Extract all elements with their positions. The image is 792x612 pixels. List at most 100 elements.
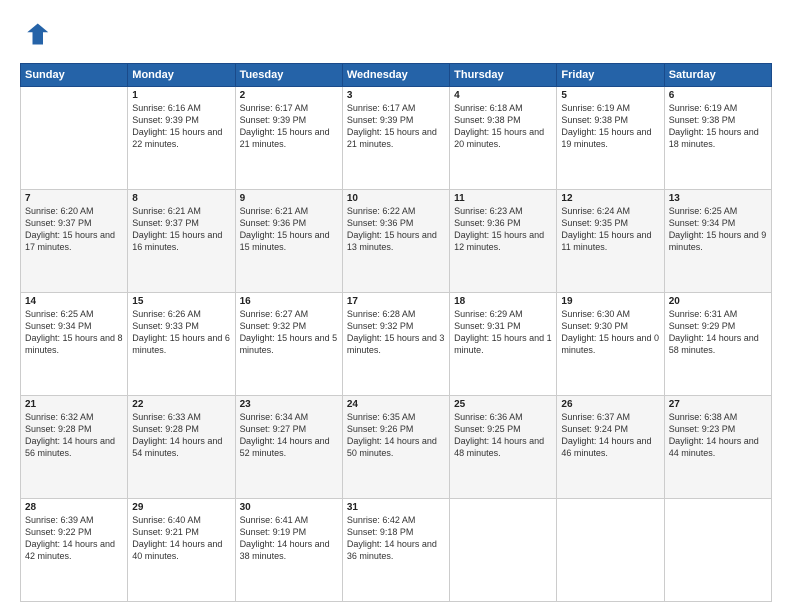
day-number: 26 — [561, 399, 659, 410]
day-content: Sunrise: 6:17 AM Sunset: 9:39 PM Dayligh… — [347, 102, 445, 151]
week-row-0: 1Sunrise: 6:16 AM Sunset: 9:39 PM Daylig… — [21, 87, 772, 190]
day-content: Sunrise: 6:33 AM Sunset: 9:28 PM Dayligh… — [132, 411, 230, 460]
day-content: Sunrise: 6:25 AM Sunset: 9:34 PM Dayligh… — [669, 205, 767, 254]
header-day-wednesday: Wednesday — [342, 64, 449, 87]
page: SundayMondayTuesdayWednesdayThursdayFrid… — [0, 0, 792, 612]
day-number: 5 — [561, 90, 659, 101]
calendar-cell: 14Sunrise: 6:25 AM Sunset: 9:34 PM Dayli… — [21, 293, 128, 396]
day-number: 6 — [669, 90, 767, 101]
day-content: Sunrise: 6:39 AM Sunset: 9:22 PM Dayligh… — [25, 514, 123, 563]
day-content: Sunrise: 6:34 AM Sunset: 9:27 PM Dayligh… — [240, 411, 338, 460]
calendar-cell: 19Sunrise: 6:30 AM Sunset: 9:30 PM Dayli… — [557, 293, 664, 396]
calendar-table: SundayMondayTuesdayWednesdayThursdayFrid… — [20, 63, 772, 602]
calendar-cell — [21, 87, 128, 190]
day-number: 22 — [132, 399, 230, 410]
day-content: Sunrise: 6:22 AM Sunset: 9:36 PM Dayligh… — [347, 205, 445, 254]
day-number: 27 — [669, 399, 767, 410]
day-number: 28 — [25, 502, 123, 513]
day-content: Sunrise: 6:19 AM Sunset: 9:38 PM Dayligh… — [561, 102, 659, 151]
logo-icon — [22, 20, 50, 48]
calendar-body: 1Sunrise: 6:16 AM Sunset: 9:39 PM Daylig… — [21, 87, 772, 602]
day-content: Sunrise: 6:26 AM Sunset: 9:33 PM Dayligh… — [132, 308, 230, 357]
day-number: 11 — [454, 193, 552, 204]
day-content: Sunrise: 6:21 AM Sunset: 9:36 PM Dayligh… — [240, 205, 338, 254]
day-number: 7 — [25, 193, 123, 204]
day-content: Sunrise: 6:40 AM Sunset: 9:21 PM Dayligh… — [132, 514, 230, 563]
calendar-cell: 2Sunrise: 6:17 AM Sunset: 9:39 PM Daylig… — [235, 87, 342, 190]
calendar-cell: 25Sunrise: 6:36 AM Sunset: 9:25 PM Dayli… — [450, 396, 557, 499]
day-content: Sunrise: 6:21 AM Sunset: 9:37 PM Dayligh… — [132, 205, 230, 254]
calendar-cell: 30Sunrise: 6:41 AM Sunset: 9:19 PM Dayli… — [235, 499, 342, 602]
day-number: 21 — [25, 399, 123, 410]
day-content: Sunrise: 6:17 AM Sunset: 9:39 PM Dayligh… — [240, 102, 338, 151]
day-content: Sunrise: 6:31 AM Sunset: 9:29 PM Dayligh… — [669, 308, 767, 357]
day-number: 19 — [561, 296, 659, 307]
day-content: Sunrise: 6:35 AM Sunset: 9:26 PM Dayligh… — [347, 411, 445, 460]
day-content: Sunrise: 6:19 AM Sunset: 9:38 PM Dayligh… — [669, 102, 767, 151]
logo — [20, 20, 54, 53]
calendar-cell: 23Sunrise: 6:34 AM Sunset: 9:27 PM Dayli… — [235, 396, 342, 499]
day-content: Sunrise: 6:27 AM Sunset: 9:32 PM Dayligh… — [240, 308, 338, 357]
calendar-cell: 21Sunrise: 6:32 AM Sunset: 9:28 PM Dayli… — [21, 396, 128, 499]
day-number: 29 — [132, 502, 230, 513]
calendar-cell: 15Sunrise: 6:26 AM Sunset: 9:33 PM Dayli… — [128, 293, 235, 396]
day-content: Sunrise: 6:28 AM Sunset: 9:32 PM Dayligh… — [347, 308, 445, 357]
day-content: Sunrise: 6:16 AM Sunset: 9:39 PM Dayligh… — [132, 102, 230, 151]
day-content: Sunrise: 6:41 AM Sunset: 9:19 PM Dayligh… — [240, 514, 338, 563]
day-content: Sunrise: 6:36 AM Sunset: 9:25 PM Dayligh… — [454, 411, 552, 460]
day-number: 8 — [132, 193, 230, 204]
day-content: Sunrise: 6:32 AM Sunset: 9:28 PM Dayligh… — [25, 411, 123, 460]
day-content: Sunrise: 6:18 AM Sunset: 9:38 PM Dayligh… — [454, 102, 552, 151]
header-day-tuesday: Tuesday — [235, 64, 342, 87]
calendar-cell: 28Sunrise: 6:39 AM Sunset: 9:22 PM Dayli… — [21, 499, 128, 602]
week-row-2: 14Sunrise: 6:25 AM Sunset: 9:34 PM Dayli… — [21, 293, 772, 396]
day-number: 13 — [669, 193, 767, 204]
calendar-cell — [450, 499, 557, 602]
calendar-cell: 24Sunrise: 6:35 AM Sunset: 9:26 PM Dayli… — [342, 396, 449, 499]
day-number: 23 — [240, 399, 338, 410]
calendar-header-row: SundayMondayTuesdayWednesdayThursdayFrid… — [21, 64, 772, 87]
calendar-cell: 17Sunrise: 6:28 AM Sunset: 9:32 PM Dayli… — [342, 293, 449, 396]
calendar-cell: 7Sunrise: 6:20 AM Sunset: 9:37 PM Daylig… — [21, 190, 128, 293]
week-row-3: 21Sunrise: 6:32 AM Sunset: 9:28 PM Dayli… — [21, 396, 772, 499]
day-number: 16 — [240, 296, 338, 307]
day-content: Sunrise: 6:30 AM Sunset: 9:30 PM Dayligh… — [561, 308, 659, 357]
calendar-cell: 4Sunrise: 6:18 AM Sunset: 9:38 PM Daylig… — [450, 87, 557, 190]
day-content: Sunrise: 6:24 AM Sunset: 9:35 PM Dayligh… — [561, 205, 659, 254]
calendar-cell: 3Sunrise: 6:17 AM Sunset: 9:39 PM Daylig… — [342, 87, 449, 190]
calendar-cell: 16Sunrise: 6:27 AM Sunset: 9:32 PM Dayli… — [235, 293, 342, 396]
calendar-cell: 27Sunrise: 6:38 AM Sunset: 9:23 PM Dayli… — [664, 396, 771, 499]
header-day-friday: Friday — [557, 64, 664, 87]
day-number: 25 — [454, 399, 552, 410]
day-number: 20 — [669, 296, 767, 307]
calendar-cell: 31Sunrise: 6:42 AM Sunset: 9:18 PM Dayli… — [342, 499, 449, 602]
day-content: Sunrise: 6:25 AM Sunset: 9:34 PM Dayligh… — [25, 308, 123, 357]
header-day-monday: Monday — [128, 64, 235, 87]
day-number: 31 — [347, 502, 445, 513]
header-day-sunday: Sunday — [21, 64, 128, 87]
day-number: 17 — [347, 296, 445, 307]
day-content: Sunrise: 6:38 AM Sunset: 9:23 PM Dayligh… — [669, 411, 767, 460]
calendar-cell: 1Sunrise: 6:16 AM Sunset: 9:39 PM Daylig… — [128, 87, 235, 190]
calendar-cell: 26Sunrise: 6:37 AM Sunset: 9:24 PM Dayli… — [557, 396, 664, 499]
header — [20, 16, 772, 53]
week-row-4: 28Sunrise: 6:39 AM Sunset: 9:22 PM Dayli… — [21, 499, 772, 602]
day-number: 14 — [25, 296, 123, 307]
calendar-cell: 9Sunrise: 6:21 AM Sunset: 9:36 PM Daylig… — [235, 190, 342, 293]
day-content: Sunrise: 6:42 AM Sunset: 9:18 PM Dayligh… — [347, 514, 445, 563]
week-row-1: 7Sunrise: 6:20 AM Sunset: 9:37 PM Daylig… — [21, 190, 772, 293]
day-number: 9 — [240, 193, 338, 204]
day-number: 18 — [454, 296, 552, 307]
day-content: Sunrise: 6:20 AM Sunset: 9:37 PM Dayligh… — [25, 205, 123, 254]
calendar-cell — [664, 499, 771, 602]
day-number: 2 — [240, 90, 338, 101]
day-number: 15 — [132, 296, 230, 307]
calendar-cell — [557, 499, 664, 602]
calendar-cell: 8Sunrise: 6:21 AM Sunset: 9:37 PM Daylig… — [128, 190, 235, 293]
calendar-cell: 22Sunrise: 6:33 AM Sunset: 9:28 PM Dayli… — [128, 396, 235, 499]
day-number: 12 — [561, 193, 659, 204]
header-day-thursday: Thursday — [450, 64, 557, 87]
day-number: 24 — [347, 399, 445, 410]
day-number: 10 — [347, 193, 445, 204]
day-number: 4 — [454, 90, 552, 101]
